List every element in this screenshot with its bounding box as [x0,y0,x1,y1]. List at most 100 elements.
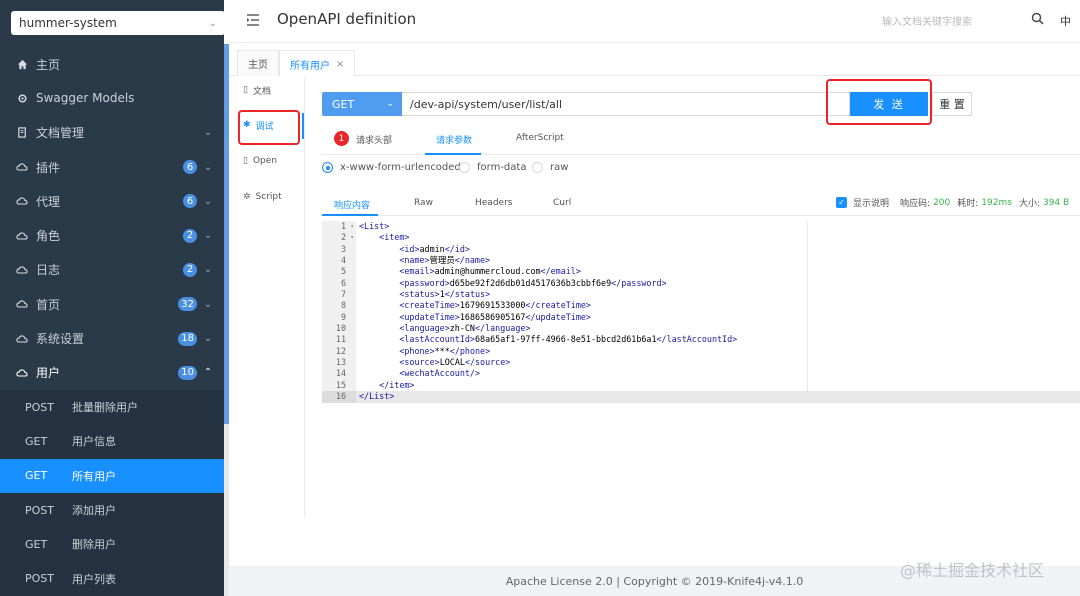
sidebar-item-doc-manage[interactable]: 文档管理 ⌄ [0,116,224,150]
line-number: 16 [322,391,356,403]
tab-all-users[interactable]: 所有用户 × [279,50,356,77]
tab-request-headers[interactable]: 请求头部 [356,133,392,146]
status-code: 200 [933,197,951,208]
chevron-down-icon: ⌄ [386,99,394,109]
code-line: <status>1</status> [399,289,491,300]
line-number: 13 [335,357,346,368]
sidebar-item-logs[interactable]: 日志 2 ⌄ [0,253,224,287]
sidebar-item-plugins[interactable]: 插件 6 ⌄ [0,150,224,184]
code-line: <List> [359,221,390,231]
fold-icon[interactable]: ▾ [350,221,354,232]
code-line: <name>管理员</name> [399,255,491,266]
code-line: <wechatAccount/> [399,368,481,379]
search-input[interactable]: 输入文档关键字搜索 [880,9,1040,31]
line-number: 3 [340,243,346,254]
response-size: 394 B [1042,197,1070,208]
chevron-down-icon: ⌄ [208,17,217,29]
api-item-user-info[interactable]: GET 用户信息 [0,424,224,459]
sidebar-item-users[interactable]: 用户 10 ⌃ [0,356,224,390]
code-line: <updateTime>1686586905167</updateTime> [399,311,591,322]
sidebar-item-roles[interactable]: 角色 2 ⌄ [0,218,224,252]
reset-button[interactable]: 重 置 [932,92,972,116]
api-item-user-list[interactable]: POST 用户列表 [0,561,224,596]
http-method: POST [25,400,54,414]
tab-label: 主页 [248,60,268,71]
page-title: OpenAPI definition [277,10,417,28]
response-code-editor[interactable]: 1 ▾ 2 ▾ 3 4 5 6 7 8 9 10 11 12 13 14 15 16 <List> <item> … [322,221,1080,403]
code-line: <email>admin@hummercloud.com</email> [399,266,581,277]
chevron-down-icon: ⌄ [203,298,213,310]
language-switch[interactable]: 中 [1060,13,1071,29]
api-item-batch-delete-users[interactable]: POST 批量删除用户 [0,389,224,425]
sidebar: hummer-system ⌄ 主页 Swagger Models 文档管理 ⌄ [0,0,229,596]
tab-response-content[interactable]: 响应内容 [334,198,370,211]
tab-after-script[interactable]: AfterScript [516,133,564,143]
radio-checked-icon [322,162,333,173]
radio-form-data[interactable]: form-data [459,162,526,173]
cloud-icon [16,333,28,345]
checkbox-checked-icon[interactable]: ✓ [836,197,847,208]
doc-icon [16,127,28,139]
count-badge: 2 [183,228,197,243]
api-item-label: 添加用户 [72,504,116,517]
sidebar-item-home[interactable]: 主页 [0,47,224,81]
request-tabs: 请求头部 请求参数 AfterScript [322,125,1080,155]
sidebar-item-proxy[interactable]: 代理 6 ⌄ [0,184,224,218]
status-code-label: 响应码: [900,199,931,209]
method-select[interactable]: GET ⌄ [322,92,402,116]
tab-request-params[interactable]: 请求参数 [436,133,472,146]
http-method: POST [25,572,54,586]
radio-label: x-www-form-urlencoded [340,162,461,173]
panel-nav-open[interactable]: ▯ Open [243,149,277,173]
http-method: GET [25,537,48,551]
line-number: 12 [335,345,346,356]
http-method: GET [25,469,48,483]
api-item-all-users[interactable]: GET 所有用户 [0,458,224,493]
sidebar-item-label: Swagger Models [36,91,135,106]
code-line: <source>LOCAL</source> [399,357,511,368]
show-desc-label: 显示说明 [853,199,890,209]
project-select[interactable]: hummer-system ⌄ [11,11,225,35]
api-item-label: 用户列表 [72,572,116,586]
code-area[interactable]: <List> <item> <id>admin</id> <name>管理员</… [356,221,1080,403]
line-number: 6 [340,277,346,288]
time-label: 耗时: [957,199,979,209]
api-item-add-user[interactable]: POST 添加用户 [0,492,224,528]
code-line: <item> [379,232,410,243]
sidebar-item-label: 首页 [36,297,61,312]
count-badge: 6 [183,160,197,175]
panel-nav-doc[interactable]: ▯ 文档 [243,78,271,102]
radio-raw[interactable]: raw [532,162,568,173]
url-input[interactable]: /dev-api/system/user/list/all [402,92,850,116]
sidebar-menu: 主页 Swagger Models 文档管理 ⌄ 插件 6 ⌄ 代理 6 ⌄ 角… [0,47,224,596]
line-number: 8 [340,300,346,311]
http-method: POST [25,503,54,517]
code-line: <id>admin</id> [399,243,470,254]
sidebar-item-system-settings[interactable]: 系统设置 18 ⌄ [0,321,224,355]
tab-headers[interactable]: Headers [475,198,512,208]
line-number: 7 [340,289,346,300]
home-icon [16,58,28,70]
count-badge: 10 [178,365,197,380]
search-icon[interactable] [1031,12,1045,26]
close-icon[interactable]: × [336,59,344,70]
line-number: 9 [340,311,346,322]
menu-fold-icon[interactable] [246,13,260,27]
api-item-delete-user[interactable]: GET 删除用户 [0,527,224,562]
panel-nav-script[interactable]: ✲ Script [243,185,282,209]
tab-curl[interactable]: Curl [553,198,571,208]
tab-raw[interactable]: Raw [414,198,433,208]
line-number: 4 [340,255,346,266]
chevron-down-icon: ⌄ [203,127,213,139]
sidebar-item-label: 日志 [36,263,61,278]
sidebar-item-index[interactable]: 首页 32 ⌄ [0,287,224,321]
highlight-box-send [826,79,932,125]
cloud-icon [16,264,28,276]
line-number: 14 [335,368,346,379]
method-select-label: GET [332,97,355,111]
radio-x-www-form-urlencoded[interactable]: x-www-form-urlencoded [322,162,461,173]
sidebar-item-swagger-models[interactable]: Swagger Models [0,81,224,115]
doc-icon: ▯ [243,85,248,95]
tab-home[interactable]: 主页 [237,50,279,76]
fold-icon[interactable]: ▾ [350,232,354,243]
